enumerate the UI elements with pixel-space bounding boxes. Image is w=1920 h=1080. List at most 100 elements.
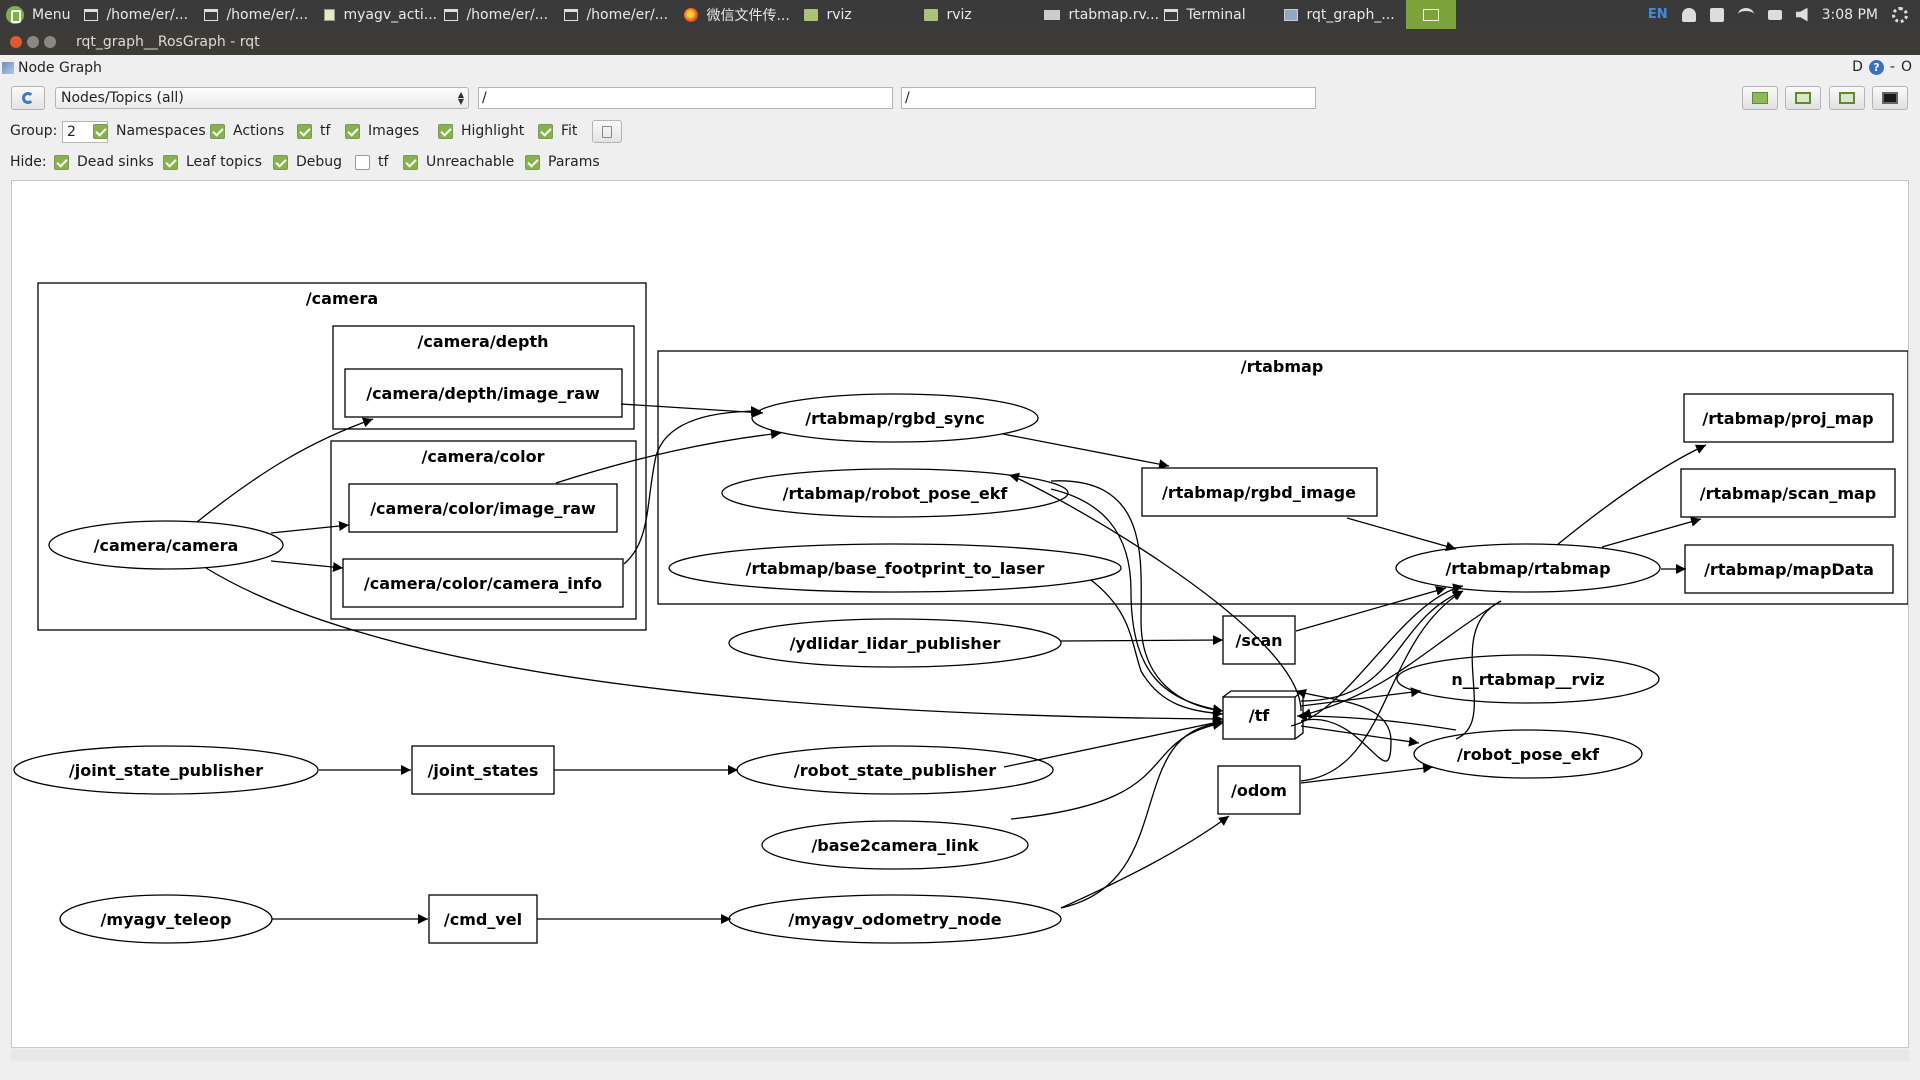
debug-checkbox[interactable] bbox=[273, 155, 288, 170]
leaf-topics-label[interactable]: Leaf topics bbox=[186, 154, 262, 170]
minimize-plugin-button[interactable]: - bbox=[1890, 59, 1895, 75]
images-label[interactable]: Images bbox=[368, 123, 419, 139]
ros-graph-svg[interactable]: /camera /camera/depth /camera/color /rta… bbox=[12, 181, 1909, 1048]
hide-options-row: Hide: Dead sinks Leaf topics Debug tf Un… bbox=[0, 151, 1920, 175]
tf-label[interactable]: tf bbox=[320, 123, 330, 139]
window-title: rqt_graph__RosGraph - rqt bbox=[76, 34, 260, 50]
topic-label: /rtabmap/proj_map bbox=[1702, 409, 1873, 428]
fit-view-button[interactable] bbox=[1872, 86, 1908, 110]
clipboard-icon[interactable] bbox=[1709, 7, 1724, 22]
actions-checkbox[interactable] bbox=[210, 124, 225, 139]
save-dot-button[interactable] bbox=[1785, 86, 1821, 110]
edge bbox=[1008, 472, 1302, 712]
namespaces-checkbox[interactable] bbox=[93, 124, 108, 139]
edge bbox=[1300, 763, 1434, 784]
leaf-topics-checkbox[interactable] bbox=[163, 155, 178, 170]
edge bbox=[1010, 720, 1224, 820]
wifi-icon[interactable] bbox=[1737, 8, 1754, 21]
params-label[interactable]: Params bbox=[548, 154, 600, 170]
taskbar-item[interactable]: /home/er/... bbox=[440, 0, 560, 29]
close-plugin-button[interactable]: O bbox=[1901, 59, 1912, 75]
actions-label[interactable]: Actions bbox=[233, 123, 284, 139]
graph-type-value: Nodes/Topics (all) bbox=[61, 90, 184, 106]
edge bbox=[1090, 579, 1224, 719]
params-checkbox[interactable] bbox=[525, 155, 540, 170]
namespaces-label[interactable]: Namespaces bbox=[116, 123, 206, 139]
taskbar-item[interactable]: /home/er/... bbox=[200, 0, 320, 29]
taskbar-item-label: /home/er/... bbox=[106, 6, 189, 23]
node-filter-input[interactable]: / bbox=[478, 87, 893, 109]
save-svg-button[interactable] bbox=[1829, 86, 1865, 110]
load-dot-button[interactable] bbox=[1742, 86, 1778, 110]
notification-bell-icon[interactable] bbox=[1681, 7, 1696, 22]
unreachable-checkbox[interactable] bbox=[403, 155, 418, 170]
hide-tf-checkbox[interactable] bbox=[355, 155, 370, 170]
window-minimize-button[interactable] bbox=[27, 36, 39, 48]
dead-sinks-checkbox[interactable] bbox=[54, 155, 69, 170]
topic-label: /rtabmap/mapData bbox=[1704, 560, 1874, 579]
taskbar-item[interactable]: myagv_acti... bbox=[320, 0, 440, 29]
dead-sinks-label[interactable]: Dead sinks bbox=[77, 154, 154, 170]
workspace-switcher[interactable] bbox=[1406, 0, 1457, 29]
taskbar-item[interactable]: /home/er/... bbox=[560, 0, 680, 29]
edge bbox=[1050, 488, 1224, 715]
fit-label[interactable]: Fit bbox=[561, 123, 577, 139]
menu-label: Menu bbox=[32, 6, 71, 23]
highlight-checkbox[interactable] bbox=[438, 124, 453, 139]
hide-tf-label[interactable]: tf bbox=[378, 154, 388, 170]
taskbar-item[interactable]: Terminal bbox=[1160, 0, 1280, 29]
taskbar-item[interactable]: /home/er/... bbox=[80, 0, 200, 29]
taskbar-item-label: /home/er/... bbox=[226, 6, 309, 23]
taskbar-item[interactable]: 微信文件传... bbox=[680, 0, 800, 29]
clock[interactable]: 3:08 PM bbox=[1822, 7, 1878, 23]
edge bbox=[1060, 718, 1224, 909]
highlight-label[interactable]: Highlight bbox=[461, 123, 524, 139]
graph-canvas[interactable]: /camera /camera/depth /camera/color /rta… bbox=[11, 180, 1909, 1048]
taskbar-item[interactable]: rtabmap.rv... bbox=[1040, 0, 1160, 29]
volume-icon[interactable] bbox=[1795, 7, 1808, 22]
menu-button[interactable]: Menu bbox=[0, 0, 80, 29]
edge bbox=[623, 406, 762, 565]
window-close-button[interactable] bbox=[10, 36, 22, 48]
graph-type-select[interactable]: Nodes/Topics (all) ▲ ▼ bbox=[55, 87, 469, 109]
keyboard-layout-indicator[interactable]: EN bbox=[1648, 7, 1668, 22]
node-label: /robot_pose_ekf bbox=[1457, 745, 1600, 764]
topic-label: /cmd_vel bbox=[444, 910, 522, 929]
settings-gear-icon[interactable] bbox=[1892, 6, 1908, 23]
cluster-label: /rtabmap bbox=[1241, 357, 1324, 376]
help-icon[interactable]: ? bbox=[1868, 59, 1884, 75]
save-icon bbox=[1795, 92, 1811, 104]
taskbar-item-label: rviz bbox=[826, 6, 852, 23]
topic-label: /rtabmap/scan_map bbox=[1700, 484, 1877, 503]
edge bbox=[1290, 583, 1464, 727]
taskbar-item[interactable]: rviz bbox=[800, 0, 920, 29]
tf-checkbox[interactable] bbox=[297, 124, 312, 139]
topic-label: /camera/color/image_raw bbox=[370, 499, 596, 518]
dock-button[interactable]: D bbox=[1852, 59, 1863, 75]
taskbar-item[interactable]: rviz bbox=[920, 0, 1040, 29]
edge bbox=[1300, 590, 1464, 782]
taskbar: /home/er/... /home/er/... myagv_acti... /ho… bbox=[80, 0, 1400, 29]
topic-label: /odom bbox=[1231, 781, 1287, 800]
taskbar-item-label: rtabmap.rv... bbox=[1068, 6, 1160, 23]
terminal-window-icon bbox=[84, 8, 99, 21]
images-checkbox[interactable] bbox=[345, 124, 360, 139]
topic-filter-input[interactable]: / bbox=[901, 87, 1316, 109]
debug-label[interactable]: Debug bbox=[296, 154, 342, 170]
edge bbox=[270, 560, 344, 573]
window-maximize-button[interactable] bbox=[44, 36, 56, 48]
terminal-window-icon bbox=[444, 8, 459, 21]
horizontal-scrollbar[interactable] bbox=[11, 1049, 1909, 1061]
group-options-row: Group: 2 ▲▼ Namespaces Actions tf Images… bbox=[0, 120, 1920, 144]
mail-icon[interactable] bbox=[1767, 9, 1782, 20]
unreachable-label[interactable]: Unreachable bbox=[426, 154, 514, 170]
refresh-button[interactable] bbox=[11, 86, 45, 110]
node-label: /camera/camera bbox=[94, 536, 239, 555]
plugin-title: Node Graph bbox=[18, 60, 102, 76]
taskbar-item-label: /home/er/... bbox=[466, 6, 549, 23]
fit-in-view-button[interactable] bbox=[592, 120, 622, 143]
window-titlebar: rqt_graph__RosGraph - rqt bbox=[0, 29, 1920, 55]
fit-checkbox[interactable] bbox=[538, 124, 553, 139]
terminal-window-icon bbox=[204, 8, 219, 21]
taskbar-item[interactable]: rqt_graph_... bbox=[1280, 0, 1400, 29]
